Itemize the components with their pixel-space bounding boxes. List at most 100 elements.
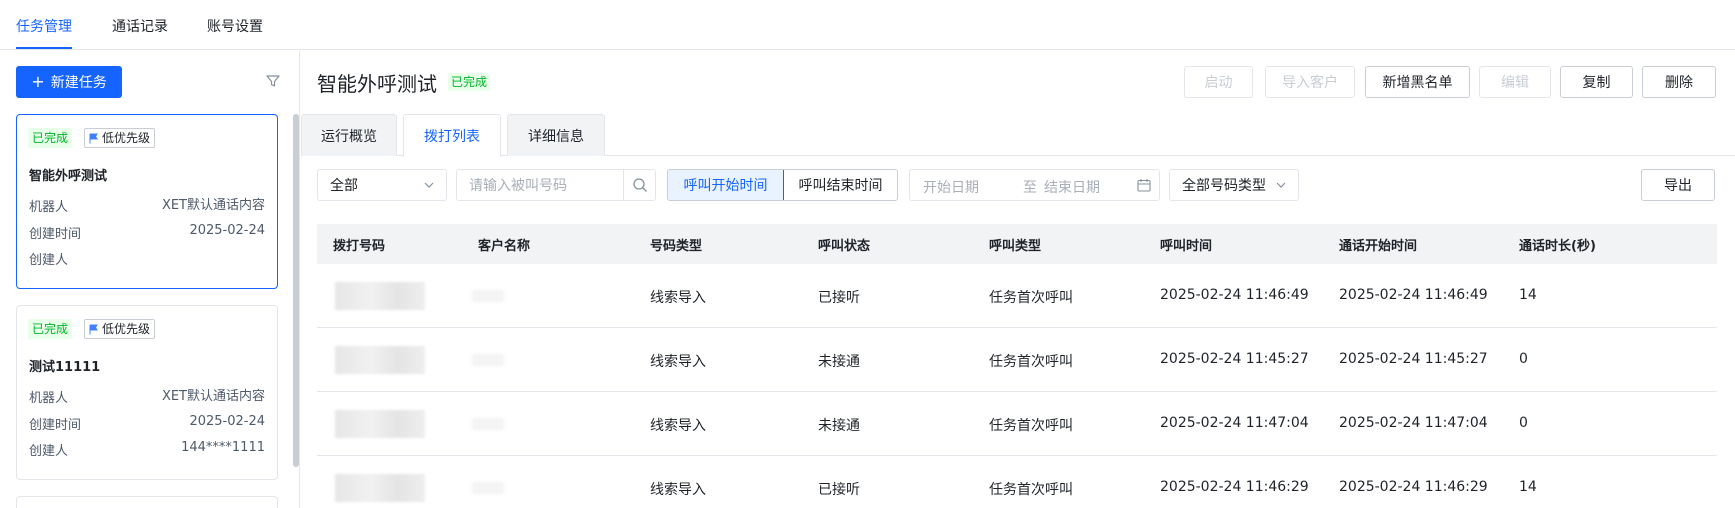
page-title: 智能外呼测试 [317, 72, 437, 96]
masked-phone-number [335, 346, 425, 374]
status-badge: 已完成 [448, 73, 491, 91]
cell-talk-start-time: 2025-02-24 11:47:04 [1339, 415, 1488, 431]
task-list-panel: + 新建任务 已完成 低优先级 智能外呼测试 机器人 XET默认通话内容 创建时… [0, 51, 300, 508]
call-status-select[interactable]: 全部 [317, 169, 447, 201]
cell-number-type: 线索导入 [650, 290, 706, 306]
start-date-placeholder: 开始日期 [923, 180, 979, 196]
column-header: 呼叫类型 [989, 239, 1042, 254]
number-type-select[interactable]: 全部号码类型 [1169, 169, 1299, 201]
cell-call-type: 任务首次呼叫 [989, 290, 1073, 306]
flag-icon [89, 133, 98, 143]
import-customers-button[interactable]: 导入客户 [1265, 66, 1355, 98]
copy-button[interactable]: 复制 [1560, 66, 1633, 98]
cell-duration: 14 [1519, 287, 1537, 303]
cell-call-type: 任务首次呼叫 [989, 418, 1073, 434]
status-badge: 已完成 [28, 128, 73, 148]
segment-call-end-time[interactable]: 呼叫结束时间 [784, 170, 897, 200]
cell-duration: 0 [1519, 415, 1528, 431]
top-nav: 任务管理 通话记录 账号设置 [0, 0, 1735, 50]
column-header: 呼叫时间 [1160, 239, 1213, 254]
tab-call-records[interactable]: 通话记录 [112, 16, 168, 36]
cell-call-status: 已接听 [818, 290, 860, 306]
table-row[interactable]: 线索导入 已接听 任务首次呼叫 2025-02-24 11:46:29 2025… [317, 456, 1717, 508]
calendar-icon [1137, 179, 1151, 192]
priority-label: 低优先级 [102, 131, 151, 145]
cell-talk-start-time: 2025-02-24 11:46:29 [1339, 479, 1488, 495]
masked-customer-name [472, 482, 504, 494]
creator-label: 创建人 [29, 253, 69, 268]
created-time-label: 创建时间 [29, 418, 82, 433]
add-blacklist-button[interactable]: 新增黑名单 [1365, 66, 1470, 98]
column-header: 通话开始时间 [1339, 239, 1418, 254]
date-range-separator: 至 [1023, 180, 1037, 196]
robot-label: 机器人 [29, 200, 69, 215]
tab-task-management[interactable]: 任务管理 [16, 16, 72, 36]
cell-call-status: 未接通 [818, 354, 860, 370]
call-status-select-value: 全部 [330, 178, 358, 194]
active-tab-indicator [16, 47, 72, 49]
creator-label: 创建人 [29, 444, 69, 459]
cell-number-type: 线索导入 [650, 482, 706, 498]
created-time-value: 2025-02-24 [189, 414, 265, 429]
created-time-label: 创建时间 [29, 227, 82, 242]
cell-call-time: 2025-02-24 11:46:49 [1160, 287, 1309, 303]
robot-label: 机器人 [29, 391, 69, 406]
priority-badge: 低优先级 [84, 319, 156, 339]
flag-icon [89, 324, 98, 334]
task-title: 智能外呼测试 [29, 169, 108, 184]
column-header: 客户名称 [478, 239, 531, 254]
called-number-search-input[interactable]: 请输入被叫号码 [456, 169, 656, 201]
cell-call-time: 2025-02-24 11:47:04 [1160, 415, 1309, 431]
edit-button[interactable]: 编辑 [1479, 66, 1551, 98]
tab-account-settings[interactable]: 账号设置 [207, 16, 263, 36]
cell-call-time: 2025-02-24 11:45:27 [1160, 351, 1309, 367]
chevron-down-icon [1276, 182, 1286, 188]
task-card[interactable]: 已完成 低优先级 智能外呼测试 机器人 XET默认通话内容 创建时间 2025-… [16, 114, 278, 289]
table-header: 拨打号码 客户名称 号码类型 呼叫状态 呼叫类型 呼叫时间 通话开始时间 通话时… [317, 224, 1717, 264]
column-header: 号码类型 [650, 239, 703, 254]
cell-talk-start-time: 2025-02-24 11:45:27 [1339, 351, 1488, 367]
plus-icon: + [31, 72, 45, 91]
number-type-select-value: 全部号码类型 [1182, 178, 1266, 194]
priority-badge: 低优先级 [84, 128, 156, 148]
detail-tabs: 运行概览 拨打列表 详细信息 [301, 114, 1735, 157]
masked-phone-number [335, 282, 425, 310]
masked-customer-name [472, 290, 504, 302]
new-task-button[interactable]: + 新建任务 [16, 66, 122, 98]
cell-number-type: 线索导入 [650, 354, 706, 370]
masked-customer-name [472, 354, 504, 366]
cell-call-type: 任务首次呼叫 [989, 482, 1073, 498]
cell-call-status: 已接听 [818, 482, 860, 498]
search-icon [632, 178, 647, 192]
search-placeholder: 请输入被叫号码 [469, 178, 567, 194]
cell-talk-start-time: 2025-02-24 11:46:49 [1339, 287, 1488, 303]
chevron-down-icon [424, 182, 434, 188]
task-card[interactable] [16, 496, 278, 508]
task-card[interactable]: 已完成 低优先级 测试11111 机器人 XET默认通话内容 创建时间 2025… [16, 305, 278, 480]
tab-details[interactable]: 详细信息 [507, 114, 605, 156]
priority-label: 低优先级 [102, 322, 151, 336]
creator-value: 144****1111 [181, 440, 265, 455]
column-header: 拨打号码 [333, 239, 386, 254]
delete-button[interactable]: 删除 [1642, 66, 1716, 98]
scrollbar[interactable] [293, 114, 299, 467]
tab-overview[interactable]: 运行概览 [301, 114, 397, 156]
table-row[interactable]: 线索导入 未接通 任务首次呼叫 2025-02-24 11:45:27 2025… [317, 328, 1717, 392]
status-badge: 已完成 [28, 319, 73, 339]
end-date-placeholder: 结束日期 [1044, 180, 1100, 196]
search-button[interactable] [623, 170, 655, 200]
masked-phone-number [335, 410, 425, 438]
table-row[interactable]: 线索导入 未接通 任务首次呼叫 2025-02-24 11:47:04 2025… [317, 392, 1717, 456]
start-button[interactable]: 启动 [1184, 66, 1253, 98]
table-row[interactable]: 线索导入 已接听 任务首次呼叫 2025-02-24 11:46:49 2025… [317, 264, 1717, 328]
tab-dial-list[interactable]: 拨打列表 [403, 114, 501, 157]
column-header: 呼叫状态 [818, 239, 871, 254]
export-button[interactable]: 导出 [1641, 169, 1715, 201]
masked-customer-name [472, 418, 504, 430]
masked-phone-number [335, 474, 425, 502]
cell-call-type: 任务首次呼叫 [989, 354, 1073, 370]
column-header: 通话时长(秒) [1519, 239, 1596, 254]
segment-call-start-time[interactable]: 呼叫开始时间 [668, 170, 784, 200]
date-range-picker[interactable]: 开始日期 至 结束日期 [909, 169, 1160, 201]
filter-icon[interactable] [265, 73, 281, 89]
